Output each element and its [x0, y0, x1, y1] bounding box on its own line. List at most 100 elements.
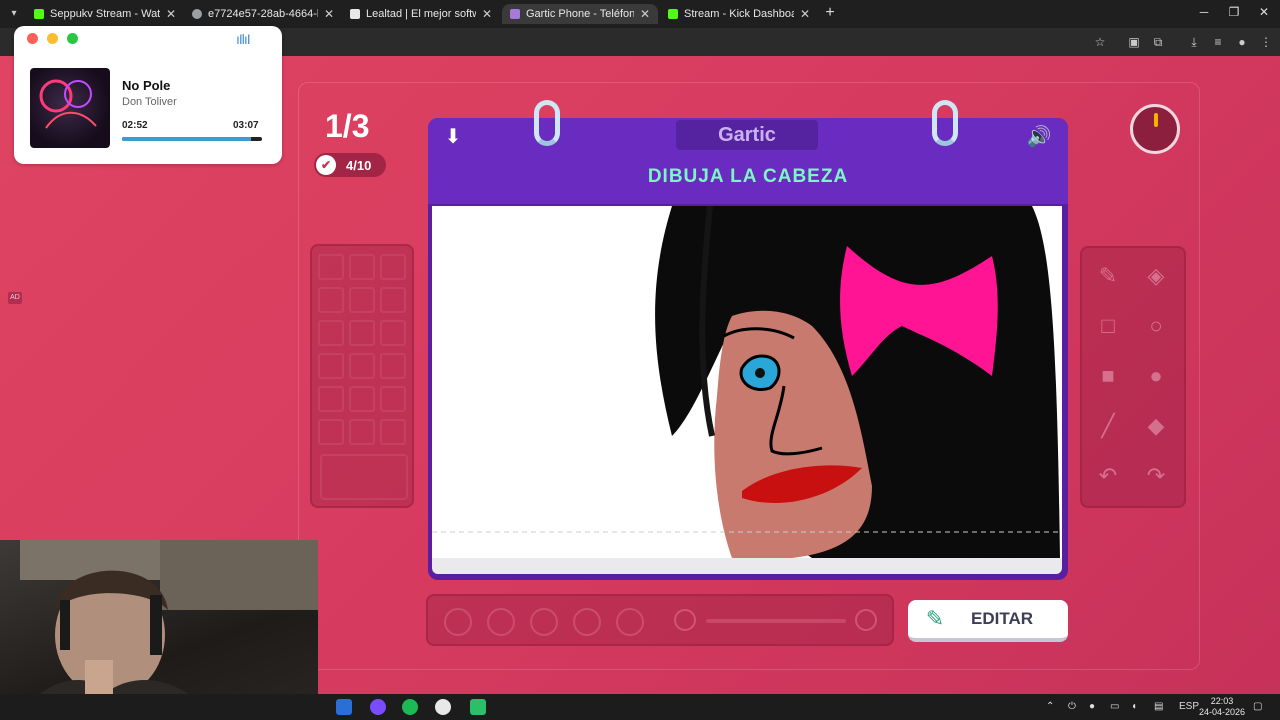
- usb-icon[interactable]: ⏻: [1068, 701, 1076, 712]
- redo-icon[interactable]: ↷: [1136, 456, 1176, 496]
- browser-tab[interactable]: Stream - Kick Dashboard ✕: [660, 4, 818, 24]
- kick-icon: [668, 9, 678, 19]
- selected-color-swatch[interactable]: [320, 454, 408, 500]
- minimize-icon[interactable]: ─: [1194, 5, 1214, 19]
- browser-menu-icon[interactable]: ⋮: [1258, 34, 1274, 50]
- color-swatch[interactable]: [380, 386, 406, 412]
- brush-size-1[interactable]: [444, 608, 472, 636]
- brush-size-4[interactable]: [573, 608, 601, 636]
- album-art: [30, 68, 110, 148]
- color-swatch[interactable]: [380, 353, 406, 379]
- browser-tab-active[interactable]: Gartic Phone - Teléfono Descor ✕: [502, 4, 658, 24]
- webcam-overlay: [0, 540, 318, 720]
- chrome-app-icon[interactable]: [470, 699, 486, 715]
- drawing-canvas[interactable]: [432, 206, 1062, 558]
- players-done-count: 4/10: [346, 157, 372, 173]
- download-icon[interactable]: ⬇: [442, 126, 464, 148]
- circle-outline-icon[interactable]: ○: [1136, 306, 1176, 346]
- edit-button-label: EDITAR: [970, 609, 1033, 628]
- network-icon[interactable]: ▤: [1154, 701, 1163, 712]
- audio-visualizer-icon: ıIlıI: [236, 31, 251, 47]
- minimize-dot-icon[interactable]: [47, 33, 58, 44]
- canvas-base: [432, 558, 1062, 574]
- color-swatch[interactable]: [349, 419, 375, 445]
- drawing-strokes: [432, 206, 1062, 558]
- color-swatch[interactable]: [349, 320, 375, 346]
- steam-icon[interactable]: [336, 699, 352, 715]
- opacity-slider-knob[interactable]: [855, 609, 877, 631]
- color-swatch[interactable]: [349, 386, 375, 412]
- color-swatch[interactable]: [318, 419, 344, 445]
- elapsed-time: 02:52: [122, 120, 148, 131]
- edit-button[interactable]: ✎ EDITAR: [908, 600, 1068, 642]
- close-dot-icon[interactable]: [27, 33, 38, 44]
- microphone-icon[interactable]: ●: [1089, 701, 1095, 712]
- color-swatch[interactable]: [318, 353, 344, 379]
- bookmark-star-icon[interactable]: ☆: [1092, 34, 1108, 50]
- color-swatch[interactable]: [380, 320, 406, 346]
- clock-time: 22:03: [1210, 696, 1234, 706]
- color-swatch[interactable]: [318, 386, 344, 412]
- close-window-icon[interactable]: ✕: [1254, 5, 1274, 19]
- puzzle-icon[interactable]: ⧉: [1150, 34, 1166, 50]
- speaker-icon[interactable]: 🔊: [1026, 126, 1052, 148]
- opacity-slider[interactable]: [706, 619, 846, 623]
- gartic-logo: Gartic: [676, 120, 818, 150]
- color-swatch[interactable]: [318, 287, 344, 313]
- gartic-phone-icon: [510, 9, 520, 19]
- windows-taskbar: [0, 694, 1280, 720]
- circle-filled-icon[interactable]: ●: [1136, 356, 1176, 396]
- media-control-icon[interactable]: ≡: [1210, 34, 1226, 50]
- clock-date: 24-04-2026: [1198, 707, 1246, 717]
- close-tab-icon[interactable]: ✕: [324, 7, 334, 21]
- rectangle-filled-icon[interactable]: ■: [1088, 356, 1128, 396]
- close-tab-icon[interactable]: ✕: [166, 7, 176, 21]
- browser-tab[interactable]: e7724e57-28ab-4664-b7a9-d8 ✕: [184, 4, 342, 24]
- site-icon: [350, 9, 360, 19]
- new-tab-button[interactable]: +: [822, 5, 838, 21]
- close-tab-icon[interactable]: ✕: [482, 7, 492, 21]
- brush-size-2[interactable]: [487, 608, 515, 636]
- color-swatch[interactable]: [318, 320, 344, 346]
- close-tab-icon[interactable]: ✕: [800, 7, 810, 21]
- brush-size-3[interactable]: [530, 608, 558, 636]
- eraser-icon[interactable]: ◈: [1136, 256, 1176, 296]
- fill-bucket-icon[interactable]: ◆: [1136, 406, 1176, 446]
- tray-chevron-icon[interactable]: ⌃: [1046, 701, 1054, 712]
- extension-icon[interactable]: ▣: [1126, 34, 1142, 50]
- rectangle-outline-icon[interactable]: □: [1088, 306, 1128, 346]
- maximize-dot-icon[interactable]: [67, 33, 78, 44]
- spotify-icon[interactable]: [402, 699, 418, 715]
- track-progress-bar[interactable]: [122, 137, 262, 141]
- pencil-icon[interactable]: ✎: [1088, 256, 1128, 296]
- browser-tab[interactable]: Seppukv Stream - Watch Live o ✕: [26, 4, 184, 24]
- timer-icon: [1130, 104, 1180, 154]
- volume-icon[interactable]: ◖: [1131, 701, 1137, 712]
- color-swatch[interactable]: [318, 254, 344, 280]
- binder-ring: [534, 100, 560, 146]
- undo-icon[interactable]: ↶: [1088, 456, 1128, 496]
- restore-icon[interactable]: ❐: [1224, 5, 1244, 19]
- obs-icon[interactable]: [435, 699, 451, 715]
- opacity-slider-start[interactable]: [674, 609, 696, 631]
- notification-icon[interactable]: ▢: [1253, 701, 1262, 712]
- close-tab-icon[interactable]: ✕: [640, 7, 650, 21]
- color-swatch[interactable]: [349, 353, 375, 379]
- tab-search-icon[interactable]: ▾: [6, 6, 22, 22]
- browser-tab[interactable]: Lealtad | El mejor software para ✕: [342, 4, 500, 24]
- color-swatch[interactable]: [349, 287, 375, 313]
- color-swatch[interactable]: [380, 287, 406, 313]
- profile-avatar-icon[interactable]: ●: [1234, 34, 1250, 50]
- color-swatch[interactable]: [380, 419, 406, 445]
- total-time: 03:07: [233, 120, 259, 131]
- display-icon[interactable]: ▭: [1110, 701, 1119, 712]
- discord-icon[interactable]: [370, 699, 386, 715]
- color-swatch[interactable]: [380, 254, 406, 280]
- taskbar-clock[interactable]: 22:03 24-04-2026: [1198, 696, 1246, 718]
- brush-size-5[interactable]: [616, 608, 644, 636]
- color-swatch[interactable]: [349, 254, 375, 280]
- downloads-icon[interactable]: ⤓: [1186, 34, 1202, 50]
- track-title: No Pole: [122, 78, 171, 93]
- language-indicator[interactable]: ESP: [1179, 701, 1199, 712]
- line-icon[interactable]: ╱: [1088, 406, 1128, 446]
